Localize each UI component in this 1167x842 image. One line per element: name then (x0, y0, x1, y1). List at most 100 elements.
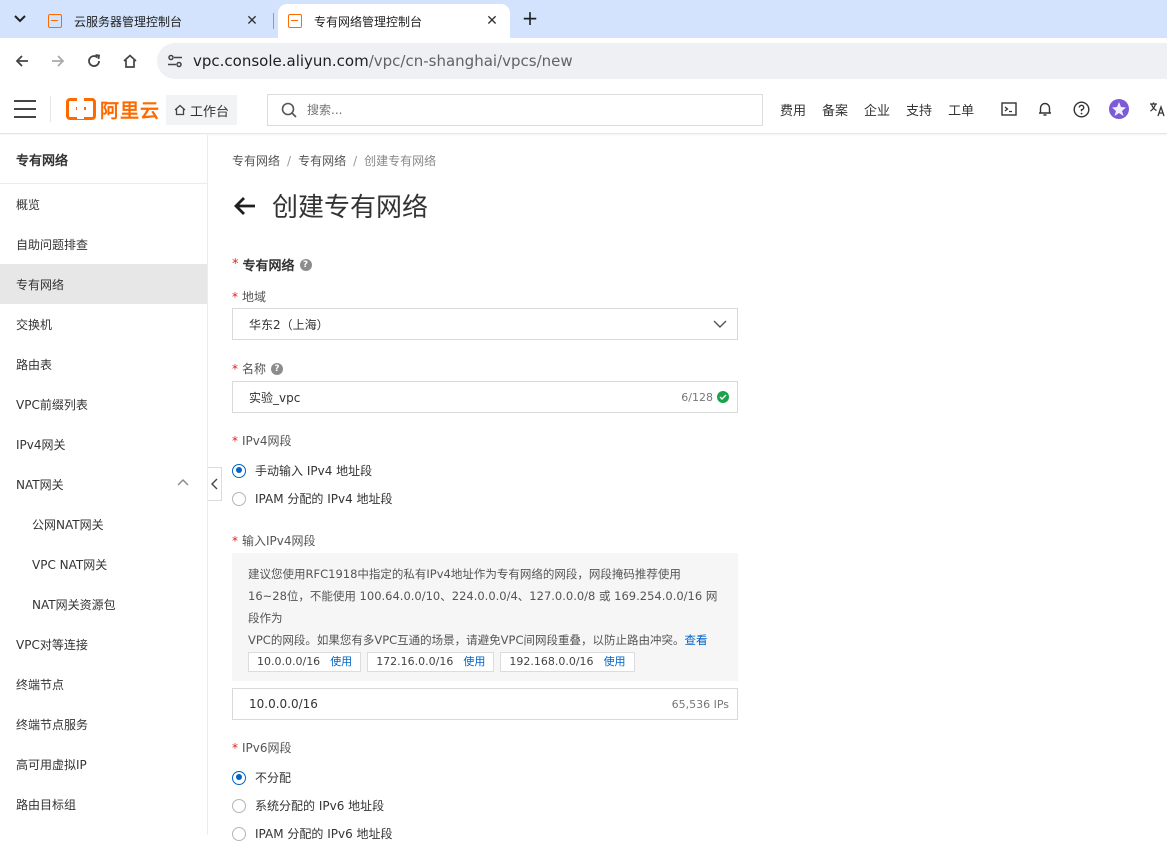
sidebar-item-label: 专有网络 (16, 277, 65, 292)
radio-ipv6-ipam[interactable]: IPAM 分配的 IPv6 地址段 (232, 825, 393, 842)
region-value: 华东2（上海） (249, 317, 329, 332)
check-success-icon (717, 391, 729, 403)
sidebar-item-route-table[interactable]: 路由表 (0, 344, 207, 384)
sidebar-item-vpc[interactable]: 专有网络 (0, 264, 207, 304)
cidr-chip: 10.0.0.0/16 使用 (248, 651, 362, 673)
tip-line: 16~28位，不能使用 100.64.0.0/10、224.0.0.0/4、12… (248, 589, 718, 625)
section-title-text: 专有网络 (242, 259, 295, 274)
sidebar-title: 专有网络 (0, 135, 207, 184)
required-asterisk: * (232, 257, 239, 272)
back-arrow-icon[interactable] (232, 193, 258, 219)
aliyun-favicon-icon (48, 14, 62, 28)
cidr-chip-value: 192.168.0.0/16 (509, 655, 594, 668)
header-link-enterprise[interactable]: 企业 (864, 100, 890, 119)
tip-line: 建议您使用RFC1918中指定的私有IPv4地址作为专有网络的网段，网段掩码推荐… (248, 567, 681, 581)
region-select[interactable]: 华东2（上海） (232, 308, 738, 340)
notification-bell-icon[interactable] (1036, 100, 1054, 118)
home-icon[interactable] (118, 49, 142, 73)
console-search[interactable] (267, 94, 763, 126)
ipv4-cidr-input[interactable]: 10.0.0.0/16 65,536 IPs (232, 688, 738, 720)
cidr-use-link[interactable]: 使用 (463, 651, 485, 673)
sidebar-item-label: 自助问题排查 (16, 237, 89, 252)
sidebar-item-nat-package[interactable]: NAT网关资源包 (0, 584, 207, 624)
search-input[interactable] (307, 103, 707, 117)
reload-icon[interactable] (82, 49, 106, 73)
new-tab-plus-icon[interactable]: + (519, 8, 541, 30)
back-icon[interactable] (10, 49, 34, 73)
sidebar-item-vpc-peering[interactable]: VPC对等连接 (0, 624, 207, 664)
radio-button-checked[interactable] (232, 463, 246, 478)
site-settings-icon[interactable] (165, 51, 185, 71)
name-value: 实验_vpc (249, 390, 301, 405)
name-input[interactable]: 实验_vpc 6/128 (232, 381, 738, 413)
chevron-left-icon (211, 478, 218, 490)
breadcrumb-current: 创建专有网络 (364, 154, 437, 168)
help-icon[interactable]: ? (271, 362, 284, 375)
browser-tab-vpc[interactable]: 专有网络管理控制台 ✕ (278, 4, 510, 38)
sidebar-item-overview[interactable]: 概览 (0, 184, 207, 224)
cidr-use-link[interactable]: 使用 (604, 651, 626, 673)
required-asterisk: * (232, 740, 238, 755)
sidebar-item-vswitch[interactable]: 交换机 (0, 304, 207, 344)
chevron-up-icon (177, 479, 189, 486)
radio-ipv6-none[interactable]: 不分配 (232, 769, 291, 786)
page-title: 创建专有网络 (272, 193, 429, 223)
sidebar-item-endpoint[interactable]: 终端节点 (0, 664, 207, 704)
logo-text: 阿里云 (100, 99, 161, 122)
required-asterisk: * (232, 361, 238, 376)
breadcrumb-item[interactable]: 专有网络 (298, 154, 346, 168)
sidebar-item-label: VPC前缀列表 (16, 397, 88, 412)
sidebar-item-troubleshoot[interactable]: 自助问题排查 (0, 224, 207, 264)
help-icon[interactable]: ? (299, 258, 312, 271)
header-link-support[interactable]: 支持 (906, 100, 932, 119)
browser-address-bar: vpc.console.aliyun.com/vpc/cn-shanghai/v… (0, 38, 1167, 84)
forward-icon[interactable] (46, 49, 70, 73)
tip-text: VPC的网段。如果您有多VPC互通的场景，请避免VPC间网段重叠，以防止路由冲突… (248, 633, 685, 647)
workbench-button[interactable]: 工作台 (166, 95, 238, 125)
ipv4-cidr-value: 10.0.0.0/16 (249, 697, 318, 711)
header-link-billing[interactable]: 费用 (780, 100, 806, 119)
cidr-use-link[interactable]: 使用 (330, 651, 352, 673)
sidebar-item-havip[interactable]: 高可用虚拟IP (0, 744, 207, 784)
cidr-chip-value: 10.0.0.0/16 (257, 655, 321, 668)
header-link-icp[interactable]: 备案 (822, 100, 848, 119)
tab-close-icon[interactable]: ✕ (244, 13, 260, 29)
search-icon (281, 102, 297, 118)
tab-close-icon[interactable]: ✕ (484, 13, 500, 29)
sidebar-item-nat-gateway[interactable]: NAT网关 (0, 464, 207, 504)
sidebar-item-public-nat[interactable]: 公网NAT网关 (0, 504, 207, 544)
menu-hamburger-icon[interactable] (14, 100, 36, 118)
radio-button[interactable] (232, 826, 246, 841)
user-avatar[interactable] (1108, 98, 1130, 120)
url-path: /vpc/cn-shanghai/vpcs/new (368, 52, 573, 70)
cidr-chip-value: 172.16.0.0/16 (376, 655, 454, 668)
radio-button[interactable] (232, 491, 246, 506)
tab-separator (273, 13, 274, 29)
sidebar-item-label: NAT网关资源包 (32, 597, 116, 612)
sidebar-item-vpc-nat[interactable]: VPC NAT网关 (0, 544, 207, 584)
tab-search-chevron-icon[interactable] (8, 7, 32, 31)
sidebar-item-ipv4-gateway[interactable]: IPv4网关 (0, 424, 207, 464)
radio-button[interactable] (232, 798, 246, 813)
cloud-shell-icon[interactable] (1000, 100, 1018, 118)
sidebar-item-prefix-list[interactable]: VPC前缀列表 (0, 384, 207, 424)
sidebar-item-route-target-group[interactable]: 路由目标组 (0, 784, 207, 824)
browser-tab-ecs[interactable]: 云服务器管理控制台 ✕ (38, 4, 270, 38)
radio-ipv4-ipam[interactable]: IPAM 分配的 IPv4 地址段 (232, 490, 393, 507)
header-link-ticket[interactable]: 工单 (948, 100, 974, 119)
radio-ipv6-system[interactable]: 系统分配的 IPv6 地址段 (232, 797, 384, 814)
help-question-icon[interactable] (1072, 100, 1090, 118)
tip-doc-link[interactable]: 查看 (685, 633, 708, 647)
radio-ipv4-manual[interactable]: 手动输入 IPv4 地址段 (232, 462, 372, 479)
sidebar-item-label: 终端节点服务 (16, 717, 89, 732)
page-header: 创建专有网络 (232, 187, 428, 224)
sidebar-item-endpoint-service[interactable]: 终端节点服务 (0, 704, 207, 744)
aliyun-logo[interactable]: 阿里云 (66, 97, 161, 122)
radio-button-checked[interactable] (232, 770, 246, 785)
sidebar-item-label: 高可用虚拟IP (16, 757, 87, 772)
sidebar-collapse-handle[interactable] (208, 467, 222, 501)
breadcrumb-item[interactable]: 专有网络 (232, 154, 280, 168)
language-icon[interactable] (1148, 100, 1166, 118)
sidebar-item-label: 公网NAT网关 (32, 517, 104, 532)
url-omnibox[interactable]: vpc.console.aliyun.com/vpc/cn-shanghai/v… (157, 43, 1167, 79)
